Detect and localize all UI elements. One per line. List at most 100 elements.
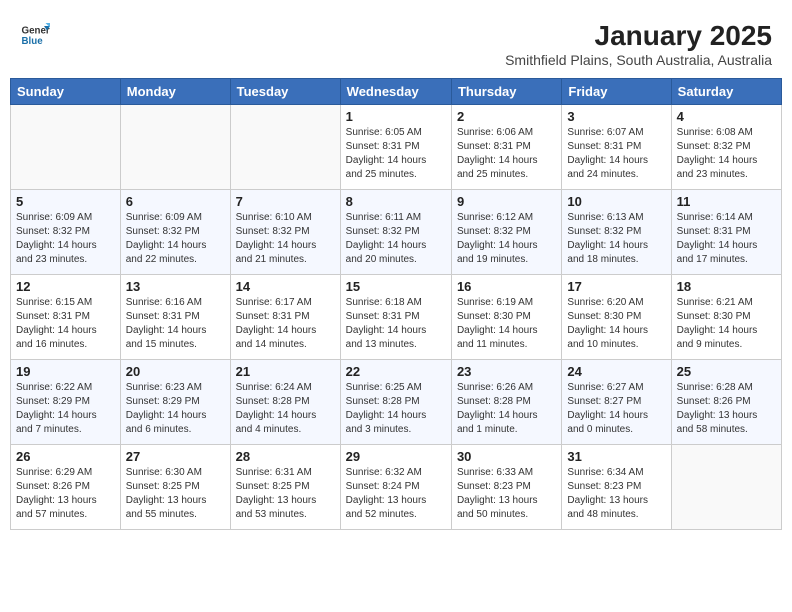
day-info-line: Sunrise: 6:30 AM xyxy=(126,466,225,480)
day-number: 18 xyxy=(677,279,776,294)
day-info-line: Sunset: 8:31 PM xyxy=(346,310,446,324)
day-info-line: Sunset: 8:23 PM xyxy=(567,480,665,494)
day-number: 1 xyxy=(346,109,446,124)
day-info-line: Sunrise: 6:34 AM xyxy=(567,466,665,480)
day-number: 5 xyxy=(16,194,115,209)
day-info-line: Sunrise: 6:26 AM xyxy=(457,381,556,395)
day-info-line: Sunset: 8:31 PM xyxy=(457,140,556,154)
calendar-cell-w4-d7: 25Sunrise: 6:28 AMSunset: 8:26 PMDayligh… xyxy=(671,360,781,445)
day-number: 31 xyxy=(567,449,665,464)
day-info-line: Sunset: 8:28 PM xyxy=(457,395,556,409)
day-number: 24 xyxy=(567,364,665,379)
day-info-line: Sunset: 8:25 PM xyxy=(126,480,225,494)
day-info-line: Daylight: 13 hours xyxy=(677,409,776,423)
day-info-line: Daylight: 14 hours xyxy=(567,239,665,253)
calendar-cell-w2-d4: 8Sunrise: 6:11 AMSunset: 8:32 PMDaylight… xyxy=(340,190,451,275)
day-info-line: and 11 minutes. xyxy=(457,338,556,352)
day-info-line: Daylight: 13 hours xyxy=(236,494,335,508)
title-block: January 2025 Smithfield Plains, South Au… xyxy=(505,20,772,68)
day-number: 25 xyxy=(677,364,776,379)
day-info-line: Daylight: 14 hours xyxy=(677,239,776,253)
day-number: 27 xyxy=(126,449,225,464)
calendar-cell-w5-d2: 27 Sunrise: 6:30 AMSunset: 8:25 PMDayligh… xyxy=(120,445,230,530)
day-info-line: Sunrise: 6:17 AM xyxy=(236,296,335,310)
day-info-line: and 50 minutes. xyxy=(457,508,556,522)
day-info-line: Sunset: 8:31 PM xyxy=(677,225,776,239)
calendar-cell-w3-d2: 13Sunrise: 6:16 AMSunset: 8:31 PMDayligh… xyxy=(120,275,230,360)
page-header: General Blue January 2025 Smithfield Pla… xyxy=(10,10,782,73)
day-info-line: Sunrise: 6:32 AM xyxy=(346,466,446,480)
day-info-line: Daylight: 14 hours xyxy=(457,324,556,338)
calendar-cell-w4-d5: 23Sunrise: 6:26 AMSunset: 8:28 PMDayligh… xyxy=(451,360,561,445)
day-info-line: and 21 minutes. xyxy=(236,253,335,267)
day-number: 3 xyxy=(567,109,665,124)
day-info-line: Daylight: 14 hours xyxy=(236,239,335,253)
day-info-line: Daylight: 13 hours xyxy=(126,494,225,508)
calendar-header-row: Sunday Monday Tuesday Wednesday Thursday… xyxy=(11,79,782,105)
day-info-line: Sunset: 8:31 PM xyxy=(346,140,446,154)
day-info-line: Daylight: 14 hours xyxy=(126,409,225,423)
day-info-line: Sunrise: 6:10 AM xyxy=(236,211,335,225)
calendar-cell-w4-d3: 21Sunrise: 6:24 AMSunset: 8:28 PMDayligh… xyxy=(230,360,340,445)
day-info-line: Sunset: 8:28 PM xyxy=(236,395,335,409)
calendar-cell-w4-d4: 22Sunrise: 6:25 AMSunset: 8:28 PMDayligh… xyxy=(340,360,451,445)
day-info-line: Daylight: 14 hours xyxy=(457,409,556,423)
logo-icon: General Blue xyxy=(20,20,50,50)
week-row-5: 26Sunrise: 6:29 AMSunset: 8:26 PMDayligh… xyxy=(11,445,782,530)
calendar-cell-w1-d6: 3Sunrise: 6:07 AMSunset: 8:31 PMDaylight… xyxy=(562,105,671,190)
day-info-line: and 25 minutes. xyxy=(457,168,556,182)
day-number: 30 xyxy=(457,449,556,464)
logo: General Blue xyxy=(20,20,50,50)
calendar-cell-w5-d5: 30Sunrise: 6:33 AMSunset: 8:23 PMDayligh… xyxy=(451,445,561,530)
day-number: 14 xyxy=(236,279,335,294)
day-info-line: Daylight: 14 hours xyxy=(346,409,446,423)
day-info-line: Daylight: 14 hours xyxy=(16,324,115,338)
calendar-table: Sunday Monday Tuesday Wednesday Thursday… xyxy=(10,78,782,530)
day-info-line: Sunrise: 6:06 AM xyxy=(457,126,556,140)
day-number: 17 xyxy=(567,279,665,294)
calendar-cell-w4-d1: 19Sunrise: 6:22 AMSunset: 8:29 PMDayligh… xyxy=(11,360,121,445)
calendar-cell-w2-d2: 6Sunrise: 6:09 AMSunset: 8:32 PMDaylight… xyxy=(120,190,230,275)
day-number: 16 xyxy=(457,279,556,294)
day-info-line: Daylight: 14 hours xyxy=(126,324,225,338)
day-info-line: Sunrise: 6:18 AM xyxy=(346,296,446,310)
day-number: 28 xyxy=(236,449,335,464)
day-info-line: Daylight: 14 hours xyxy=(236,409,335,423)
day-info-line: and 7 minutes. xyxy=(16,423,115,437)
day-info-line: Daylight: 14 hours xyxy=(16,409,115,423)
calendar-cell-w2-d5: 9Sunrise: 6:12 AMSunset: 8:32 PMDaylight… xyxy=(451,190,561,275)
day-info-line: Sunrise: 6:12 AM xyxy=(457,211,556,225)
day-info-line: Sunrise: 6:11 AM xyxy=(346,211,446,225)
col-monday: Monday xyxy=(120,79,230,105)
day-info-line: Sunrise: 6:29 AM xyxy=(16,466,115,480)
day-number: 19 xyxy=(16,364,115,379)
day-info-line: Sunrise: 6:22 AM xyxy=(16,381,115,395)
day-info-line: Sunrise: 6:27 AM xyxy=(567,381,665,395)
calendar-cell-w1-d3 xyxy=(230,105,340,190)
day-info-line: Sunset: 8:26 PM xyxy=(677,395,776,409)
calendar-cell-w5-d6: 31Sunrise: 6:34 AMSunset: 8:23 PMDayligh… xyxy=(562,445,671,530)
day-info-line: Daylight: 14 hours xyxy=(567,154,665,168)
day-info-line: Daylight: 14 hours xyxy=(346,324,446,338)
day-info-line: and 52 minutes. xyxy=(346,508,446,522)
day-number: 15 xyxy=(346,279,446,294)
day-info-line: Daylight: 14 hours xyxy=(457,154,556,168)
day-info-line: and 23 minutes. xyxy=(677,168,776,182)
day-info-line: Sunset: 8:32 PM xyxy=(16,225,115,239)
day-info-line: Sunrise: 6:09 AM xyxy=(16,211,115,225)
day-info-line: Sunrise: 6:05 AM xyxy=(346,126,446,140)
day-info-line: Sunrise: 6:14 AM xyxy=(677,211,776,225)
day-number: 13 xyxy=(126,279,225,294)
day-info-line: Sunset: 8:27 PM xyxy=(567,395,665,409)
day-info-line: and 0 minutes. xyxy=(567,423,665,437)
day-info-line: Sunset: 8:28 PM xyxy=(346,395,446,409)
day-info-line: Daylight: 14 hours xyxy=(677,154,776,168)
day-info-line: Sunrise: 6:13 AM xyxy=(567,211,665,225)
day-info-line: and 15 minutes. xyxy=(126,338,225,352)
day-info-line: Sunset: 8:32 PM xyxy=(236,225,335,239)
day-info-line: and 10 minutes. xyxy=(567,338,665,352)
day-info-line: Sunrise: 6:08 AM xyxy=(677,126,776,140)
day-info-line: Daylight: 13 hours xyxy=(457,494,556,508)
calendar-cell-w5-d7 xyxy=(671,445,781,530)
calendar-title: January 2025 xyxy=(505,20,772,52)
